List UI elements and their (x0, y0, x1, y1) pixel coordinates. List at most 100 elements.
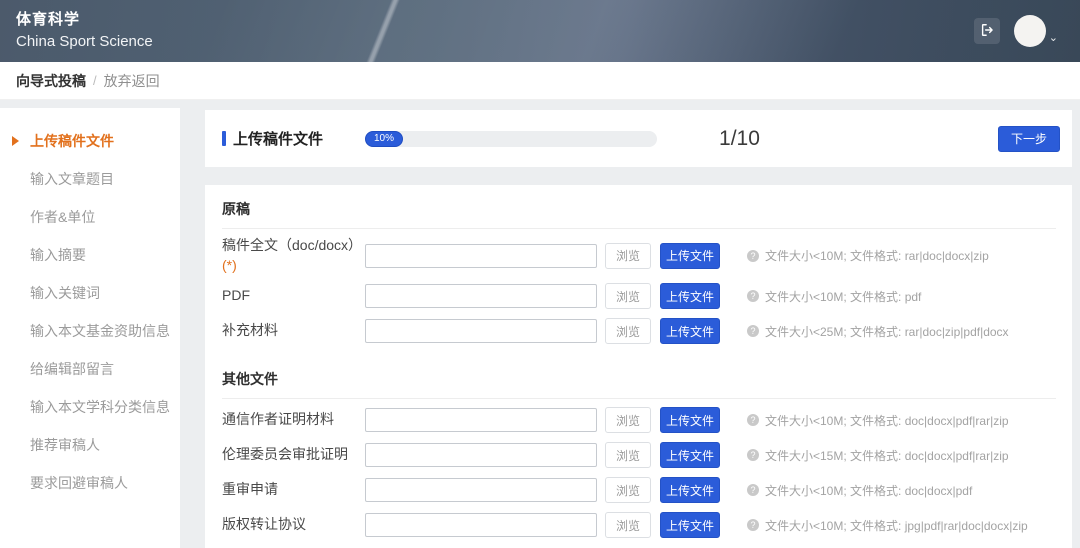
sidebar-item-abstract[interactable]: 输入摘要 (0, 236, 180, 274)
progress-value-pill: 10% (365, 131, 403, 147)
sidebar-item-editor-message[interactable]: 给编辑部留言 (0, 350, 180, 388)
file-hint-text: 文件大小<10M; 文件格式: doc|docx|pdf (765, 482, 972, 499)
sidebar-item-recommend-reviewers[interactable]: 推荐审稿人 (0, 426, 180, 464)
file-path-input[interactable] (365, 284, 597, 308)
main-column: 上传稿件文件 10% 1/10 下一步 原稿 稿件全文（doc/docx） (*… (205, 110, 1072, 548)
chevron-down-icon: ⌄ (1049, 33, 1058, 47)
file-path-input[interactable] (365, 408, 597, 432)
title-accent-bar (222, 131, 226, 146)
sidebar-item-label: 输入本文基金资助信息 (30, 321, 170, 341)
sidebar-item-funding-info[interactable]: 输入本文基金资助信息 (0, 312, 180, 350)
brand-logo: 体育科学 China Sport Science (16, 9, 153, 54)
active-step-arrow-icon (12, 136, 19, 146)
sidebar-item-excluded-reviewers[interactable]: 要求回避审稿人 (0, 464, 180, 502)
field-label: 通信作者证明材料 (222, 410, 365, 430)
sidebar-item-label: 输入文章题目 (30, 169, 114, 189)
field-label: 伦理委员会审批证明 (222, 445, 365, 465)
upload-file-button[interactable]: 上传文件 (660, 283, 720, 309)
field-label: 补充材料 (222, 321, 365, 341)
step-counter: 1/10 (719, 127, 760, 151)
file-path-input[interactable] (365, 244, 597, 268)
abandon-return-link[interactable]: 放弃返回 (104, 71, 160, 91)
sidebar-item-authors-affiliations[interactable]: 作者&单位 (0, 198, 180, 236)
field-label-text: 通信作者证明材料 (222, 411, 334, 427)
file-hint: ? 文件大小<10M; 文件格式: jpg|pdf|rar|doc|docx|z… (747, 517, 1028, 534)
info-icon: ? (747, 484, 759, 496)
avatar[interactable] (1014, 15, 1046, 47)
field-label-text: PDF (222, 287, 250, 303)
browse-button[interactable]: 浏览 (605, 442, 651, 468)
field-label-text: 版权转让协议 (222, 516, 306, 532)
field-label-text: 重审申请 (222, 481, 278, 497)
upload-file-button[interactable]: 上传文件 (660, 318, 720, 344)
file-path-input[interactable] (365, 513, 597, 537)
sidebar-item-label: 输入摘要 (30, 245, 86, 265)
field-label: PDF (222, 286, 365, 306)
logout-button[interactable] (974, 18, 1000, 44)
browse-button[interactable]: 浏览 (605, 243, 651, 269)
journal-title-zh: 体育科学 (16, 9, 153, 32)
steps-sidebar: 上传稿件文件 输入文章题目 作者&单位 输入摘要 输入关键词 输入本文基金资助信… (0, 108, 180, 548)
field-label: 版权转让协议 (222, 515, 365, 535)
sidebar-item-label: 输入本文学科分类信息 (30, 397, 170, 417)
file-path-input[interactable] (365, 443, 597, 467)
upload-row-rereview-application: 重审申请 浏览 上传文件 ? 文件大小<10M; 文件格式: doc|docx|… (222, 476, 1056, 504)
user-menu[interactable]: ⌄ (1014, 15, 1058, 47)
info-icon: ? (747, 325, 759, 337)
info-icon: ? (747, 250, 759, 262)
upload-row-ethics-approval: 伦理委员会审批证明 浏览 上传文件 ? 文件大小<15M; 文件格式: doc|… (222, 441, 1056, 469)
upload-file-button[interactable]: 上传文件 (660, 477, 720, 503)
browse-button[interactable]: 浏览 (605, 407, 651, 433)
file-hint-text: 文件大小<15M; 文件格式: doc|docx|pdf|rar|zip (765, 447, 1009, 464)
progress-bar: 10% (365, 131, 657, 147)
browse-button[interactable]: 浏览 (605, 283, 651, 309)
sidebar-item-label: 给编辑部留言 (30, 359, 114, 379)
upload-file-button[interactable]: 上传文件 (660, 512, 720, 538)
upload-row-copyright-transfer: 版权转让协议 浏览 上传文件 ? 文件大小<10M; 文件格式: jpg|pdf… (222, 511, 1056, 539)
sidebar-item-label: 作者&单位 (30, 207, 95, 227)
sidebar-item-label: 输入关键词 (30, 283, 100, 303)
file-hint: ? 文件大小<15M; 文件格式: doc|docx|pdf|rar|zip (747, 447, 1009, 464)
logout-icon (980, 23, 994, 40)
sidebar-item-article-title[interactable]: 输入文章题目 (0, 160, 180, 198)
upload-row-fulltext: 稿件全文（doc/docx） (*) 浏览 上传文件 ? 文件大小<10M; 文… (222, 236, 1056, 275)
sidebar-item-label: 要求回避审稿人 (30, 473, 128, 493)
breadcrumb-current: 向导式投稿 (16, 71, 86, 91)
sidebar-item-label: 推荐审稿人 (30, 435, 100, 455)
browse-button[interactable]: 浏览 (605, 512, 651, 538)
file-hint-text: 文件大小<10M; 文件格式: pdf (765, 288, 921, 305)
file-path-input[interactable] (365, 478, 597, 502)
file-hint: ? 文件大小<10M; 文件格式: doc|docx|pdf|rar|zip (747, 412, 1009, 429)
sidebar-item-upload-files[interactable]: 上传稿件文件 (0, 122, 180, 160)
sidebar-item-subject-classification[interactable]: 输入本文学科分类信息 (0, 388, 180, 426)
field-label: 重审申请 (222, 480, 365, 500)
breadcrumb: 向导式投稿 / 放弃返回 (0, 62, 1080, 100)
file-hint: ? 文件大小<10M; 文件格式: rar|doc|docx|zip (747, 247, 989, 264)
info-icon: ? (747, 519, 759, 531)
browse-button[interactable]: 浏览 (605, 318, 651, 344)
journal-title-en: China Sport Science (16, 31, 153, 54)
app-header: 体育科学 China Sport Science ⌄ (0, 0, 1080, 62)
info-icon: ? (747, 449, 759, 461)
file-hint: ? 文件大小<10M; 文件格式: pdf (747, 288, 921, 305)
browse-button[interactable]: 浏览 (605, 477, 651, 503)
breadcrumb-separator: / (93, 73, 97, 88)
file-hint-text: 文件大小<10M; 文件格式: doc|docx|pdf|rar|zip (765, 412, 1009, 429)
file-hint: ? 文件大小<25M; 文件格式: rar|doc|zip|pdf|docx (747, 323, 1009, 340)
sidebar-item-keywords[interactable]: 输入关键词 (0, 274, 180, 312)
file-path-input[interactable] (365, 319, 597, 343)
upload-file-button[interactable]: 上传文件 (660, 407, 720, 433)
section-title-other-files: 其他文件 (222, 355, 1056, 399)
file-hint-text: 文件大小<10M; 文件格式: rar|doc|docx|zip (765, 247, 989, 264)
info-icon: ? (747, 414, 759, 426)
field-label-text: 补充材料 (222, 322, 278, 338)
header-actions: ⌄ (974, 15, 1058, 47)
upload-row-pdf: PDF 浏览 上传文件 ? 文件大小<10M; 文件格式: pdf (222, 282, 1056, 310)
sidebar-item-label: 上传稿件文件 (30, 131, 114, 151)
next-step-button-top[interactable]: 下一步 (998, 126, 1060, 152)
step-title: 上传稿件文件 (222, 128, 323, 149)
upload-file-button[interactable]: 上传文件 (660, 243, 720, 269)
field-label-text: 伦理委员会审批证明 (222, 446, 348, 462)
upload-file-button[interactable]: 上传文件 (660, 442, 720, 468)
file-hint-text: 文件大小<25M; 文件格式: rar|doc|zip|pdf|docx (765, 323, 1009, 340)
